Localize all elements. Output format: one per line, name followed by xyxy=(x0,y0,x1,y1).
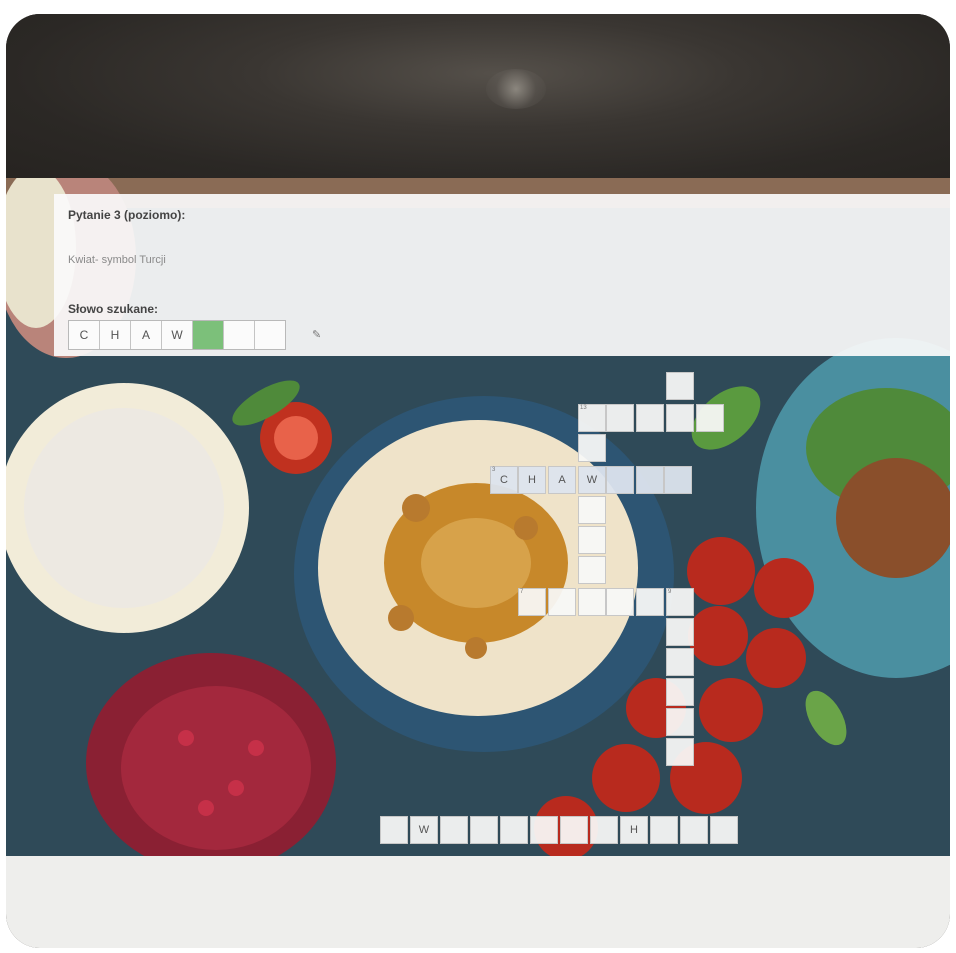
crossword-cell[interactable] xyxy=(636,466,664,494)
edit-icon[interactable]: ✎ xyxy=(312,328,321,341)
crossword-cell[interactable]: 9 xyxy=(666,588,694,616)
crossword-cell[interactable] xyxy=(650,816,678,844)
crossword-cell[interactable] xyxy=(666,404,694,432)
crossword-cell[interactable] xyxy=(696,404,724,432)
crossword-cell[interactable] xyxy=(578,496,606,524)
question-title: Pytanie 3 (poziomo): xyxy=(68,208,186,222)
answer-slot[interactable] xyxy=(255,321,285,349)
answer-slot[interactable]: C xyxy=(69,321,100,349)
crossword-cell[interactable]: H xyxy=(620,816,648,844)
crossword-cell[interactable] xyxy=(440,816,468,844)
crossword-cell[interactable]: 3C xyxy=(490,466,518,494)
answer-slot-active[interactable] xyxy=(193,321,224,349)
cell-number: 9 xyxy=(668,589,672,595)
crossword-cell[interactable]: W xyxy=(410,816,438,844)
search-word-label: Słowo szukane: xyxy=(68,302,159,316)
crossword-cell[interactable] xyxy=(710,816,738,844)
crossword-cell[interactable] xyxy=(636,588,664,616)
crossword-cell[interactable]: W xyxy=(578,466,606,494)
cell-number: 13 xyxy=(580,405,587,411)
crossword-cell[interactable] xyxy=(606,404,634,432)
crossword-cell[interactable] xyxy=(666,618,694,646)
crossword-cell[interactable] xyxy=(664,466,692,494)
crossword-cell[interactable] xyxy=(500,816,528,844)
crossword-cell[interactable] xyxy=(548,588,576,616)
cell-number: 7 xyxy=(520,589,524,595)
projector-glare xyxy=(486,69,546,109)
wall xyxy=(6,14,950,184)
crossword-cell[interactable]: 13 xyxy=(578,404,606,432)
crossword-cell[interactable] xyxy=(470,816,498,844)
crossword-cell[interactable]: H xyxy=(518,466,546,494)
answer-slot[interactable]: W xyxy=(162,321,193,349)
question-clue: Kwiat- symbol Turcji xyxy=(68,254,166,266)
photo-frame: Pytanie 3 (poziomo): Kwiat- symbol Turcj… xyxy=(6,14,950,948)
crossword-cell[interactable] xyxy=(560,816,588,844)
crossword-cell[interactable]: A xyxy=(548,466,576,494)
crossword-cell[interactable] xyxy=(590,816,618,844)
crossword-cell[interactable]: 7 xyxy=(518,588,546,616)
crossword-cell[interactable] xyxy=(578,526,606,554)
crossword-cell[interactable] xyxy=(606,588,634,616)
answer-slot[interactable]: H xyxy=(100,321,131,349)
crossword-cell[interactable] xyxy=(578,434,606,462)
crossword-cell[interactable] xyxy=(666,708,694,736)
crossword-cell[interactable] xyxy=(530,816,558,844)
answer-slot[interactable]: A xyxy=(131,321,162,349)
answer-slots: C H A W xyxy=(68,320,286,350)
crossword-cell[interactable] xyxy=(666,372,694,400)
crossword-cell[interactable] xyxy=(578,556,606,584)
crossword-cell[interactable] xyxy=(578,588,606,616)
cell-number: 3 xyxy=(492,467,496,473)
crossword-cell[interactable] xyxy=(666,648,694,676)
crossword-cell[interactable] xyxy=(666,678,694,706)
crossword-cell[interactable] xyxy=(606,466,634,494)
crossword-cell[interactable] xyxy=(636,404,664,432)
answer-slot[interactable] xyxy=(224,321,255,349)
crossword-cell[interactable] xyxy=(680,816,708,844)
question-panel: Pytanie 3 (poziomo): Kwiat- symbol Turcj… xyxy=(54,194,950,356)
screen-bottom-margin xyxy=(6,856,950,948)
crossword-cell[interactable] xyxy=(380,816,408,844)
crossword-cell[interactable] xyxy=(666,738,694,766)
